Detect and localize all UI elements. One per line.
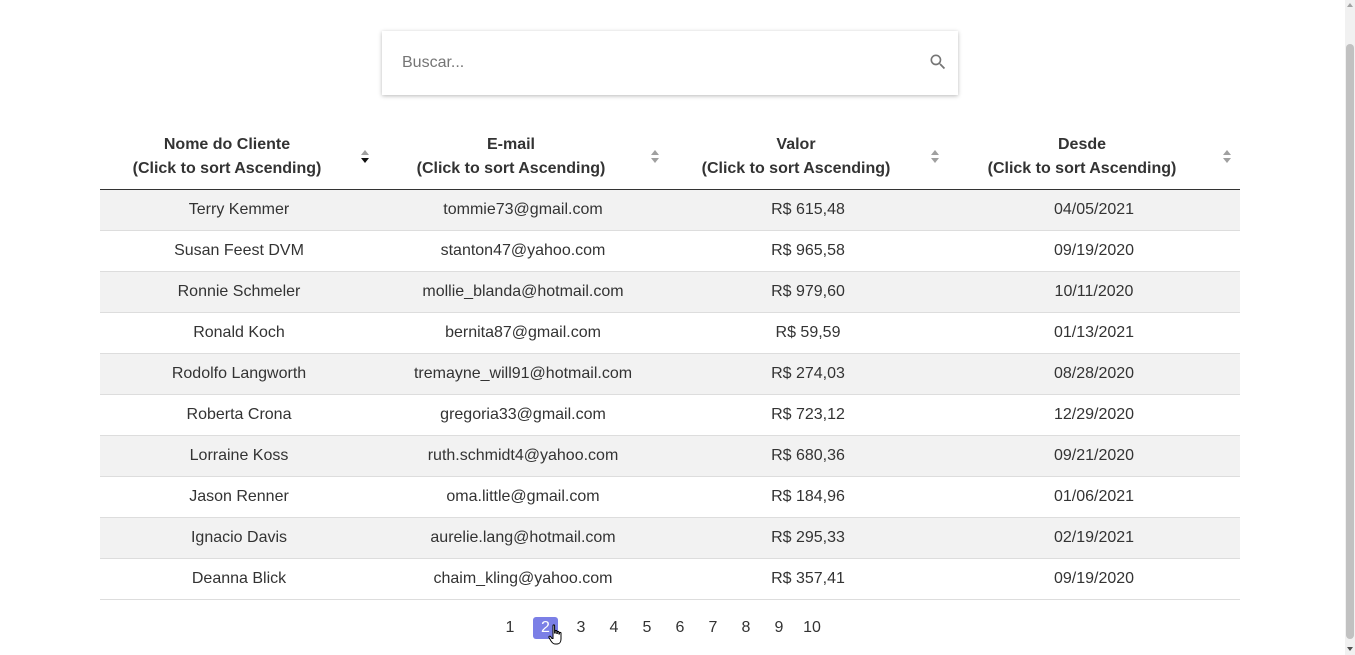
sort-descending-icon — [361, 149, 369, 163]
page-link-9[interactable]: 9 — [769, 617, 789, 639]
page-link-10[interactable]: 10 — [802, 617, 822, 639]
cell-valor: R$ 357,41 — [668, 558, 948, 600]
page-link-4[interactable]: 4 — [604, 617, 624, 639]
cell-email: stanton47@yahoo.com — [378, 230, 668, 272]
sort-hint: (Click to sort Ascending) — [416, 159, 606, 177]
cell-valor: R$ 184,96 — [668, 476, 948, 518]
cell-nome: Rodolfo Langworth — [100, 353, 378, 395]
cell-valor: R$ 615,48 — [668, 189, 948, 231]
table-row: Ronald Koch bernita87@gmail.com R$ 59,59… — [100, 312, 1240, 354]
column-header-nome[interactable]: Nome do Cliente (Click to sort Ascending… — [100, 124, 378, 190]
cell-valor: R$ 680,36 — [668, 435, 948, 477]
cell-email: tommie73@gmail.com — [378, 189, 668, 231]
cell-valor: R$ 59,59 — [668, 312, 948, 354]
table-row: Deanna Blick chaim_kling@yahoo.com R$ 35… — [100, 558, 1240, 600]
table-row: Ignacio Davis aurelie.lang@hotmail.com R… — [100, 517, 1240, 559]
cell-email: mollie_blanda@hotmail.com — [378, 271, 668, 313]
page-link-8[interactable]: 8 — [736, 617, 756, 639]
cell-valor: R$ 295,33 — [668, 517, 948, 559]
cell-desde: 09/21/2020 — [948, 435, 1240, 477]
cell-nome: Susan Feest DVM — [100, 230, 378, 272]
page-link-6[interactable]: 6 — [670, 617, 690, 639]
cell-email: bernita87@gmail.com — [378, 312, 668, 354]
scrollbar-thumb[interactable] — [1346, 44, 1354, 639]
cell-nome: Roberta Crona — [100, 394, 378, 436]
sort-icon — [651, 149, 659, 163]
table-header: Nome do Cliente (Click to sort Ascending… — [100, 124, 1240, 190]
table-row: Lorraine Koss ruth.schmidt4@yahoo.com R$… — [100, 435, 1240, 477]
search-input[interactable] — [382, 31, 912, 95]
sort-hint: (Click to sort Ascending) — [132, 159, 322, 177]
sort-icon — [931, 149, 939, 163]
cell-email: gregoria33@gmail.com — [378, 394, 668, 436]
cell-desde: 08/28/2020 — [948, 353, 1240, 395]
column-title: E-mail — [486, 135, 535, 153]
cell-nome: Ronnie Schmeler — [100, 271, 378, 313]
cell-email: ruth.schmidt4@yahoo.com — [378, 435, 668, 477]
table-row: Susan Feest DVM stanton47@yahoo.com R$ 9… — [100, 230, 1240, 272]
cell-nome: Deanna Blick — [100, 558, 378, 600]
column-title: Nome do Cliente — [163, 135, 291, 153]
search-box — [382, 31, 958, 95]
column-header-valor[interactable]: Valor (Click to sort Ascending) — [668, 124, 948, 190]
clients-table: Nome do Cliente (Click to sort Ascending… — [100, 124, 1240, 600]
vertical-scrollbar[interactable] — [1345, 0, 1355, 655]
page-link-1[interactable]: 1 — [500, 617, 520, 639]
scroll-up-arrow-icon[interactable] — [1347, 3, 1353, 7]
column-header-desde[interactable]: Desde (Click to sort Ascending) — [948, 124, 1240, 190]
scroll-down-arrow-icon[interactable] — [1347, 647, 1353, 651]
table-row: Jason Renner oma.little@gmail.com R$ 184… — [100, 476, 1240, 518]
page-link-5[interactable]: 5 — [637, 617, 657, 639]
table-row: Terry Kemmer tommie73@gmail.com R$ 615,4… — [100, 189, 1240, 231]
cell-email: chaim_kling@yahoo.com — [378, 558, 668, 600]
page: Nome do Cliente (Click to sort Ascending… — [0, 0, 1345, 655]
cell-nome: Terry Kemmer — [100, 189, 378, 231]
cell-email: aurelie.lang@hotmail.com — [378, 517, 668, 559]
cell-desde: 09/19/2020 — [948, 558, 1240, 600]
table-body: Terry Kemmer tommie73@gmail.com R$ 615,4… — [100, 189, 1240, 600]
hand-cursor-icon — [548, 624, 562, 645]
cell-nome: Jason Renner — [100, 476, 378, 518]
cell-valor: R$ 274,03 — [668, 353, 948, 395]
cell-desde: 12/29/2020 — [948, 394, 1240, 436]
cell-email: oma.little@gmail.com — [378, 476, 668, 518]
page-link-7[interactable]: 7 — [703, 617, 723, 639]
cell-desde: 04/05/2021 — [948, 189, 1240, 231]
cell-valor: R$ 723,12 — [668, 394, 948, 436]
cell-desde: 09/19/2020 — [948, 230, 1240, 272]
table-row: Roberta Crona gregoria33@gmail.com R$ 72… — [100, 394, 1240, 436]
page-link-3[interactable]: 3 — [571, 617, 591, 639]
sort-icon — [1223, 149, 1231, 163]
cell-valor: R$ 965,58 — [668, 230, 948, 272]
sort-hint: (Click to sort Ascending) — [987, 159, 1177, 177]
cell-desde: 01/06/2021 — [948, 476, 1240, 518]
header-row: Nome do Cliente (Click to sort Ascending… — [100, 124, 1240, 190]
column-title: Desde — [1057, 135, 1107, 153]
cell-nome: Lorraine Koss — [100, 435, 378, 477]
cell-valor: R$ 979,60 — [668, 271, 948, 313]
cell-nome: Ronald Koch — [100, 312, 378, 354]
sort-hint: (Click to sort Ascending) — [701, 159, 891, 177]
cell-desde: 01/13/2021 — [948, 312, 1240, 354]
cell-desde: 02/19/2021 — [948, 517, 1240, 559]
column-header-email[interactable]: E-mail (Click to sort Ascending) — [378, 124, 668, 190]
cell-desde: 10/11/2020 — [948, 271, 1240, 313]
column-title: Valor — [776, 135, 816, 153]
table-row: Ronnie Schmeler mollie_blanda@hotmail.co… — [100, 271, 1240, 313]
table-row: Rodolfo Langworth tremayne_will91@hotmai… — [100, 353, 1240, 395]
cell-nome: Ignacio Davis — [100, 517, 378, 559]
cell-email: tremayne_will91@hotmail.com — [378, 353, 668, 395]
search-icon[interactable] — [928, 52, 948, 72]
